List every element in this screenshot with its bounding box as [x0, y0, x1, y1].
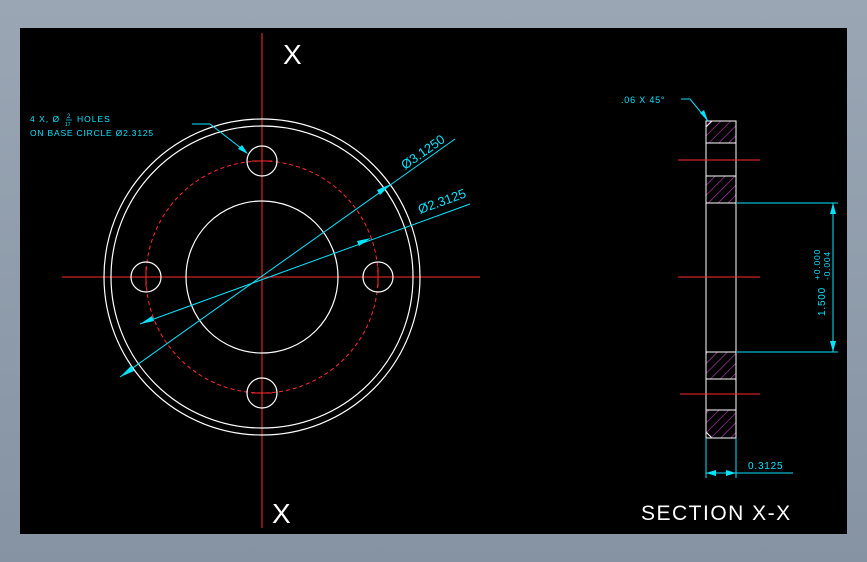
base-circle-label: Ø2.3125	[416, 186, 468, 217]
front-view: Ø3.1250 Ø2.3125 4 X, Ø 2 17 HOLES ON BAS…	[30, 33, 480, 529]
bore-tol-lower: -0.004	[822, 251, 832, 280]
outer-diameter-dimension: Ø3.1250	[119, 132, 456, 378]
cad-drawing: Ø3.1250 Ø2.3125 4 X, Ø 2 17 HOLES ON BAS…	[30, 33, 838, 529]
hatch-top-1	[705, 120, 737, 144]
outer-diameter-label: Ø3.1250	[398, 132, 447, 173]
section-marker-top: X	[283, 39, 302, 70]
holes-note-suffix: HOLES	[77, 114, 111, 124]
hatch-top-2	[705, 175, 737, 204]
bore-tol-upper: +0.000	[812, 249, 822, 280]
bore-dim-label: 1.500	[817, 287, 828, 316]
holes-note-line2: ON BASE CIRCLE Ø2.3125	[30, 128, 154, 138]
section-view: .06 X 45° 1.500 +0.000 -0.004 0.3125 SEC…	[621, 95, 838, 525]
holes-note-fraction-num: 2	[67, 114, 71, 120]
section-title: SECTION X-X	[641, 502, 792, 525]
thickness-label: 0.3125	[748, 461, 783, 472]
hatch-bottom-1	[705, 351, 737, 380]
section-marker-bottom: X	[272, 498, 291, 529]
section-outline	[705, 120, 737, 439]
hatch-bottom-2	[705, 409, 737, 439]
thickness-dimension: 0.3125	[705, 438, 793, 478]
svg-text:4 X, Ø: 4 X, Ø	[30, 114, 60, 124]
drawing-viewport[interactable]: Ø3.1250 Ø2.3125 4 X, Ø 2 17 HOLES ON BAS…	[20, 28, 847, 534]
chamfer-note: .06 X 45°	[621, 95, 709, 122]
chamfer-label: .06 X 45°	[621, 95, 665, 105]
holes-note-prefix: 4 X, Ø	[30, 114, 60, 124]
